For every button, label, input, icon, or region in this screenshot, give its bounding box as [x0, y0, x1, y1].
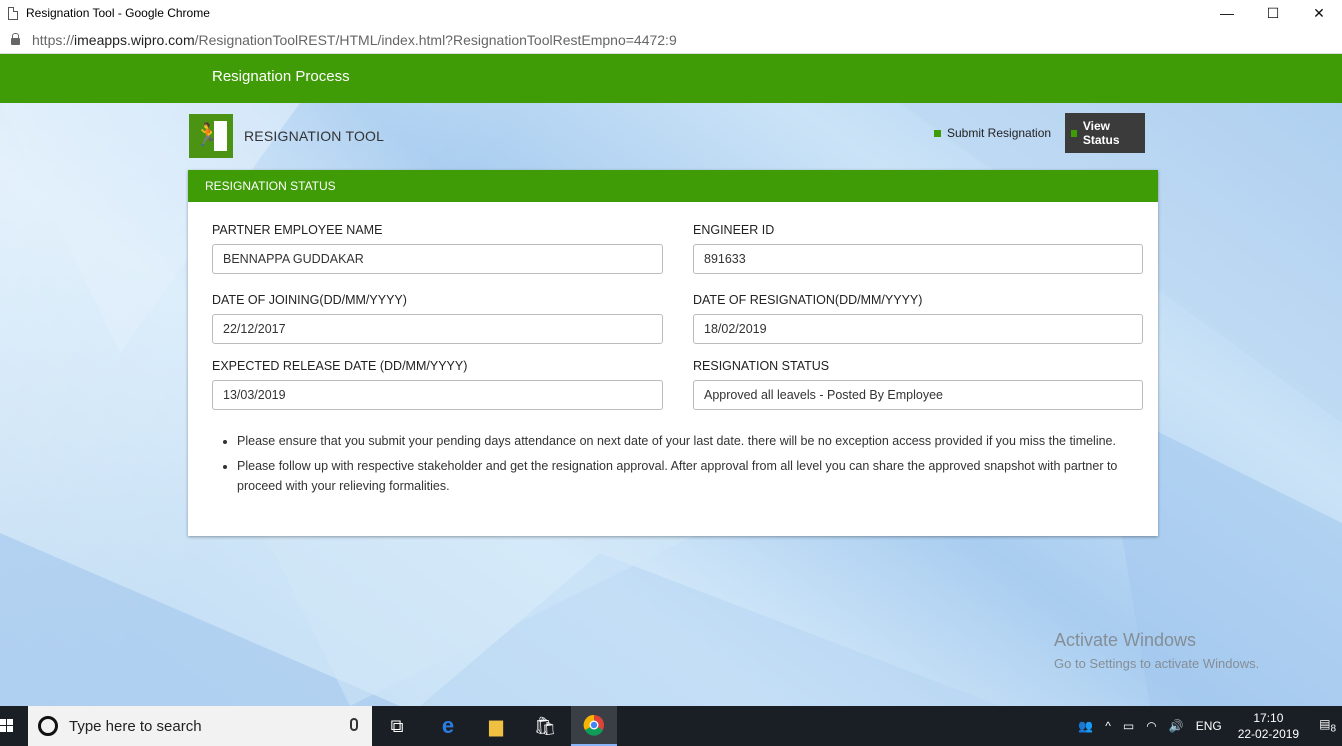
task-view-icon[interactable]: ⧉ [374, 706, 420, 746]
people-icon[interactable]: 👥 [1078, 719, 1093, 733]
view-status-label: View Status [1082, 119, 1120, 147]
lock-icon[interactable] [11, 33, 20, 45]
browser-title-bar: Resignation Tool - Google Chrome — ☐ ✕ [0, 0, 1342, 26]
url-path: /ResignationToolREST/HTML/index.html?Res… [194, 31, 677, 48]
language-indicator[interactable]: ENG [1196, 719, 1222, 733]
door-icon [214, 121, 227, 151]
close-button[interactable]: ✕ [1296, 0, 1342, 26]
wifi-icon[interactable]: ◠ [1146, 719, 1156, 733]
url-scheme: https:// [32, 31, 75, 48]
resignation-status-panel: RESIGNATION STATUS PARTNER EMPLOYEE NAME… [188, 170, 1158, 536]
release-date-label: EXPECTED RELEASE DATE (DD/MM/YYYY) [212, 359, 468, 373]
url-host: imeapps.wipro.com [74, 31, 195, 48]
search-placeholder: Type here to search [69, 717, 202, 735]
notification-count: 8 [1330, 723, 1336, 735]
note-item: Please ensure that you submit your pendi… [237, 431, 1118, 451]
clock[interactable]: 17:10 22-02-2019 [1238, 710, 1299, 742]
battery-icon[interactable]: ▭ [1123, 719, 1134, 733]
watermark-title: Activate Windows [1054, 630, 1197, 650]
doj-field[interactable]: 22/12/2017 [212, 314, 663, 344]
chevron-up-icon[interactable]: ^ [1105, 719, 1111, 733]
microphone-icon[interactable] [350, 718, 358, 731]
file-explorer-icon[interactable]: ▆ [473, 706, 519, 746]
status-label: RESIGNATION STATUS [693, 359, 830, 373]
clock-date: 22-02-2019 [1237, 727, 1300, 741]
url-text[interactable]: https://imeapps.wipro.com/ResignationToo… [32, 32, 677, 48]
doj-label: DATE OF JOINING(DD/MM/YYYY) [212, 293, 407, 307]
taskbar-search[interactable]: Type here to search [28, 706, 372, 746]
partner-name-label: PARTNER EMPLOYEE NAME [212, 223, 383, 237]
notes-list: Please ensure that you submit your pendi… [218, 431, 1118, 501]
minimize-button[interactable]: — [1204, 0, 1250, 26]
dor-field[interactable]: 18/02/2019 [693, 314, 1143, 344]
chrome-logo-icon [583, 714, 604, 736]
view-status-link[interactable]: View Status [1065, 113, 1145, 153]
page-icon [8, 6, 18, 20]
bullet-icon [1071, 129, 1077, 137]
engineer-id-field[interactable]: 891633 [693, 244, 1143, 274]
panel-heading: RESIGNATION STATUS [188, 170, 1158, 202]
dor-label: DATE OF RESIGNATION(DD/MM/YYYY) [693, 293, 923, 307]
system-tray: 👥 ^ ▭ ◠ 🔊 ENG 17:10 22-02-2019 ▤8 [1072, 706, 1342, 746]
tool-title: RESIGNATION TOOL [244, 128, 385, 144]
clock-time: 17:10 [1253, 711, 1284, 725]
store-icon[interactable]: 🛍 [522, 706, 568, 746]
app-title: Resignation Process [212, 68, 350, 85]
windows-start-icon[interactable] [0, 706, 28, 746]
watermark-subtitle: Go to Settings to activate Windows. [1054, 656, 1260, 671]
status-field[interactable]: Approved all leavels - Posted By Employe… [693, 380, 1143, 410]
windows-taskbar: Type here to search ⧉ e ▆ 🛍 👥 ^ ▭ ◠ 🔊 EN… [0, 706, 1342, 746]
window-controls: — ☐ ✕ [1204, 0, 1342, 26]
chrome-icon[interactable] [571, 706, 617, 746]
note-item: Please follow up with respective stakeho… [237, 456, 1118, 496]
maximize-button[interactable]: ☐ [1250, 0, 1296, 26]
cortana-icon[interactable] [38, 716, 58, 736]
submit-resignation-link[interactable]: Submit Resignation [924, 113, 1061, 153]
partner-name-field[interactable]: BENNAPPA GUDDAKAR [212, 244, 663, 274]
submit-resignation-label: Submit Resignation [947, 126, 1052, 140]
release-date-field[interactable]: 13/03/2019 [212, 380, 663, 410]
exit-door-icon: 🏃 [189, 114, 233, 158]
volume-icon[interactable]: 🔊 [1169, 719, 1184, 733]
bullet-icon [934, 129, 941, 137]
app-header: Resignation Process [0, 54, 1342, 103]
activate-windows-watermark: Activate Windows Go to Settings to activ… [1054, 630, 1259, 671]
edge-icon[interactable]: e [425, 706, 471, 746]
address-bar[interactable]: https://imeapps.wipro.com/ResignationToo… [0, 26, 1342, 54]
window-title: Resignation Tool - Google Chrome [26, 6, 210, 20]
engineer-id-label: ENGINEER ID [693, 223, 775, 237]
notification-icon[interactable]: ▤8 [1319, 717, 1336, 734]
